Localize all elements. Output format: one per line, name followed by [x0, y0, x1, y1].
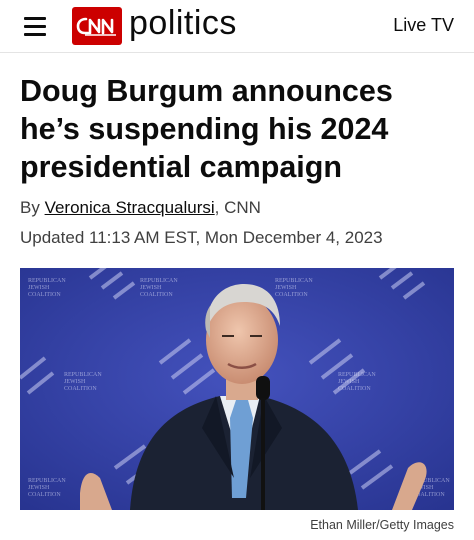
- backdrop-text: COALITION: [28, 292, 61, 298]
- backdrop-text: COALITION: [338, 386, 371, 392]
- photo-illustration: REPUBLICAN JEWISH COALITION REPUBLICAN J…: [20, 268, 454, 510]
- backdrop-text: COALITION: [64, 386, 97, 392]
- backdrop-text: JEWISH: [28, 285, 50, 291]
- cnn-logo[interactable]: [72, 7, 122, 45]
- backdrop-text: REPUBLICAN: [338, 372, 376, 378]
- backdrop-text: COALITION: [275, 292, 308, 298]
- section-title[interactable]: politics: [129, 3, 237, 43]
- live-tv-link[interactable]: Live TV: [393, 15, 454, 36]
- backdrop-text: JEWISH: [338, 379, 360, 385]
- cnn-logo-icon: [76, 17, 116, 36]
- photo-credit: Ethan Miller/Getty Images: [310, 518, 454, 532]
- article-headline: Doug Burgum announces he’s suspending hi…: [20, 74, 393, 184]
- backdrop-text: COALITION: [140, 292, 173, 298]
- backdrop-text: JEWISH: [28, 485, 50, 491]
- author-link[interactable]: Veronica Stracqualursi: [45, 198, 215, 217]
- byline-outlet: , CNN: [214, 198, 261, 217]
- top-nav-bar: politics Live TV: [0, 0, 474, 53]
- backdrop-text: JEWISH: [140, 285, 162, 291]
- backdrop-text: REPUBLICAN: [140, 278, 178, 284]
- backdrop-text: REPUBLICAN: [28, 278, 66, 284]
- updated-timestamp: Updated 11:13 AM EST, Mon December 4, 20…: [20, 228, 383, 247]
- backdrop-text: REPUBLICAN: [28, 478, 66, 484]
- backdrop-text: COALITION: [28, 492, 61, 498]
- byline: By Veronica Stracqualursi, CNN: [20, 198, 261, 218]
- byline-prefix: By: [20, 198, 40, 217]
- backdrop-text: JEWISH: [275, 285, 297, 291]
- hamburger-menu-icon[interactable]: [24, 16, 46, 36]
- backdrop-text: REPUBLICAN: [275, 278, 313, 284]
- backdrop-text: JEWISH: [64, 379, 86, 385]
- article-photo[interactable]: REPUBLICAN JEWISH COALITION REPUBLICAN J…: [20, 268, 454, 510]
- backdrop-text: REPUBLICAN: [64, 372, 102, 378]
